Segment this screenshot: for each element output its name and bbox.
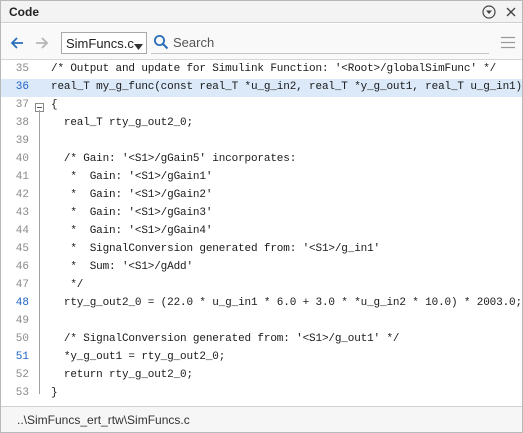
code-text: real_T my_g_func(const real_T *u_g_in2, … [51,81,522,93]
code-line[interactable]: 47 */ [1,277,522,295]
code-text: /* SignalConversion generated from: '<S1… [51,333,400,345]
code-line[interactable]: 53} [1,385,522,403]
code-line[interactable]: 51 *y_g_out1 = rty_g_out2_0; [1,349,522,367]
code-text: return rty_g_out2_0; [51,369,193,381]
code-text: } [51,387,58,399]
line-number: 43 [15,207,29,219]
code-text: /* Gain: '<S1>/gGain5' incorporates: [51,153,297,165]
code-line[interactable]: 49 [1,313,522,331]
line-number: 42 [15,189,29,201]
code-line[interactable]: 52 return rty_g_out2_0; [1,367,522,385]
line-number: 49 [15,315,29,327]
panel-titlebar: Code [1,1,522,23]
line-number: 40 [15,153,29,165]
code-line[interactable]: 44 * Gain: '<S1>/gGain4' [1,223,522,241]
code-text: /* Output and update for Simulink Functi… [51,63,497,75]
search-box [151,32,489,54]
hamburger-menu-icon[interactable] [501,36,515,49]
code-text: * SignalConversion generated from: '<S1>… [51,243,381,255]
code-line[interactable]: 36 real_T my_g_func(const real_T *u_g_in2… [1,79,522,97]
panel-menu-icon[interactable] [482,5,496,19]
fold-collapse-icon[interactable] [35,101,44,112]
code-line[interactable]: 37 { [1,97,522,115]
line-number: 46 [15,261,29,273]
code-text: rty_g_out2_0 = (22.0 * u_g_in1 * 6.0 + 3… [51,297,522,309]
file-select-dropdown[interactable]: SimFuncs.c [61,32,147,54]
code-text: * Gain: '<S1>/gGain4' [51,225,213,237]
code-panel: Code SimFuncs.c 35/* Ou [0,0,523,433]
code-text: * Gain: '<S1>/gGain1' [51,171,213,183]
back-arrow-icon[interactable] [9,35,25,51]
file-select-label: SimFuncs.c [66,36,134,51]
forward-arrow-icon[interactable] [34,35,50,51]
line-number: 47 [15,279,29,291]
line-number: 45 [15,243,29,255]
code-text: *y_g_out1 = rty_g_out2_0; [51,351,226,363]
code-toolbar: SimFuncs.c [1,24,522,60]
chevron-down-icon [134,40,143,50]
code-line[interactable]: 48 rty_g_out2_0 = (22.0 * u_g_in1 * 6.0 … [1,295,522,313]
line-number: 38 [15,117,29,129]
code-editor[interactable]: 35 /* Output and update for Simulink Func… [1,61,522,406]
code-text: */ [51,279,84,291]
line-number: 36 [15,81,29,93]
code-text: * Gain: '<S1>/gGain2' [51,189,213,201]
line-number: 44 [15,225,29,237]
line-number: 52 [15,369,29,381]
close-icon[interactable] [504,5,518,19]
code-line[interactable]: 46 * Sum: '<S1>/gAdd' [1,259,522,277]
file-path: ..\SimFuncs_ert_rtw\SimFuncs.c [17,413,190,427]
fold-guide [39,110,40,394]
code-text: * Gain: '<S1>/gGain3' [51,207,213,219]
code-line[interactable]: 42 * Gain: '<S1>/gGain2' [1,187,522,205]
code-line[interactable]: 40 /* Gain: '<S1>/gGain5' incorporates: [1,151,522,169]
code-line[interactable]: 45 * SignalConversion generated from: '<… [1,241,522,259]
line-number: 53 [15,387,29,399]
search-icon [153,34,169,50]
line-number: 39 [15,135,29,147]
code-line[interactable]: 35 /* Output and update for Simulink Func… [1,61,522,79]
line-number: 41 [15,171,29,183]
code-line[interactable]: 43 * Gain: '<S1>/gGain3' [1,205,522,223]
code-text: * Sum: '<S1>/gAdd' [51,261,193,273]
line-number: 37 [15,99,29,111]
code-line[interactable]: 50 /* SignalConversion generated from: '… [1,331,522,349]
code-text: { [51,99,58,111]
status-bar: ..\SimFuncs_ert_rtw\SimFuncs.c [1,406,522,432]
line-number: 50 [15,333,29,345]
line-number: 35 [15,63,29,75]
panel-title: Code [9,5,39,19]
line-number: 48 [15,297,29,309]
line-number: 51 [15,351,29,363]
search-input[interactable] [173,33,483,52]
code-line[interactable]: 39 [1,133,522,151]
code-line[interactable]: 41 * Gain: '<S1>/gGain1' [1,169,522,187]
code-line[interactable]: 38 real_T rty_g_out2_0; [1,115,522,133]
code-text: real_T rty_g_out2_0; [51,117,193,129]
